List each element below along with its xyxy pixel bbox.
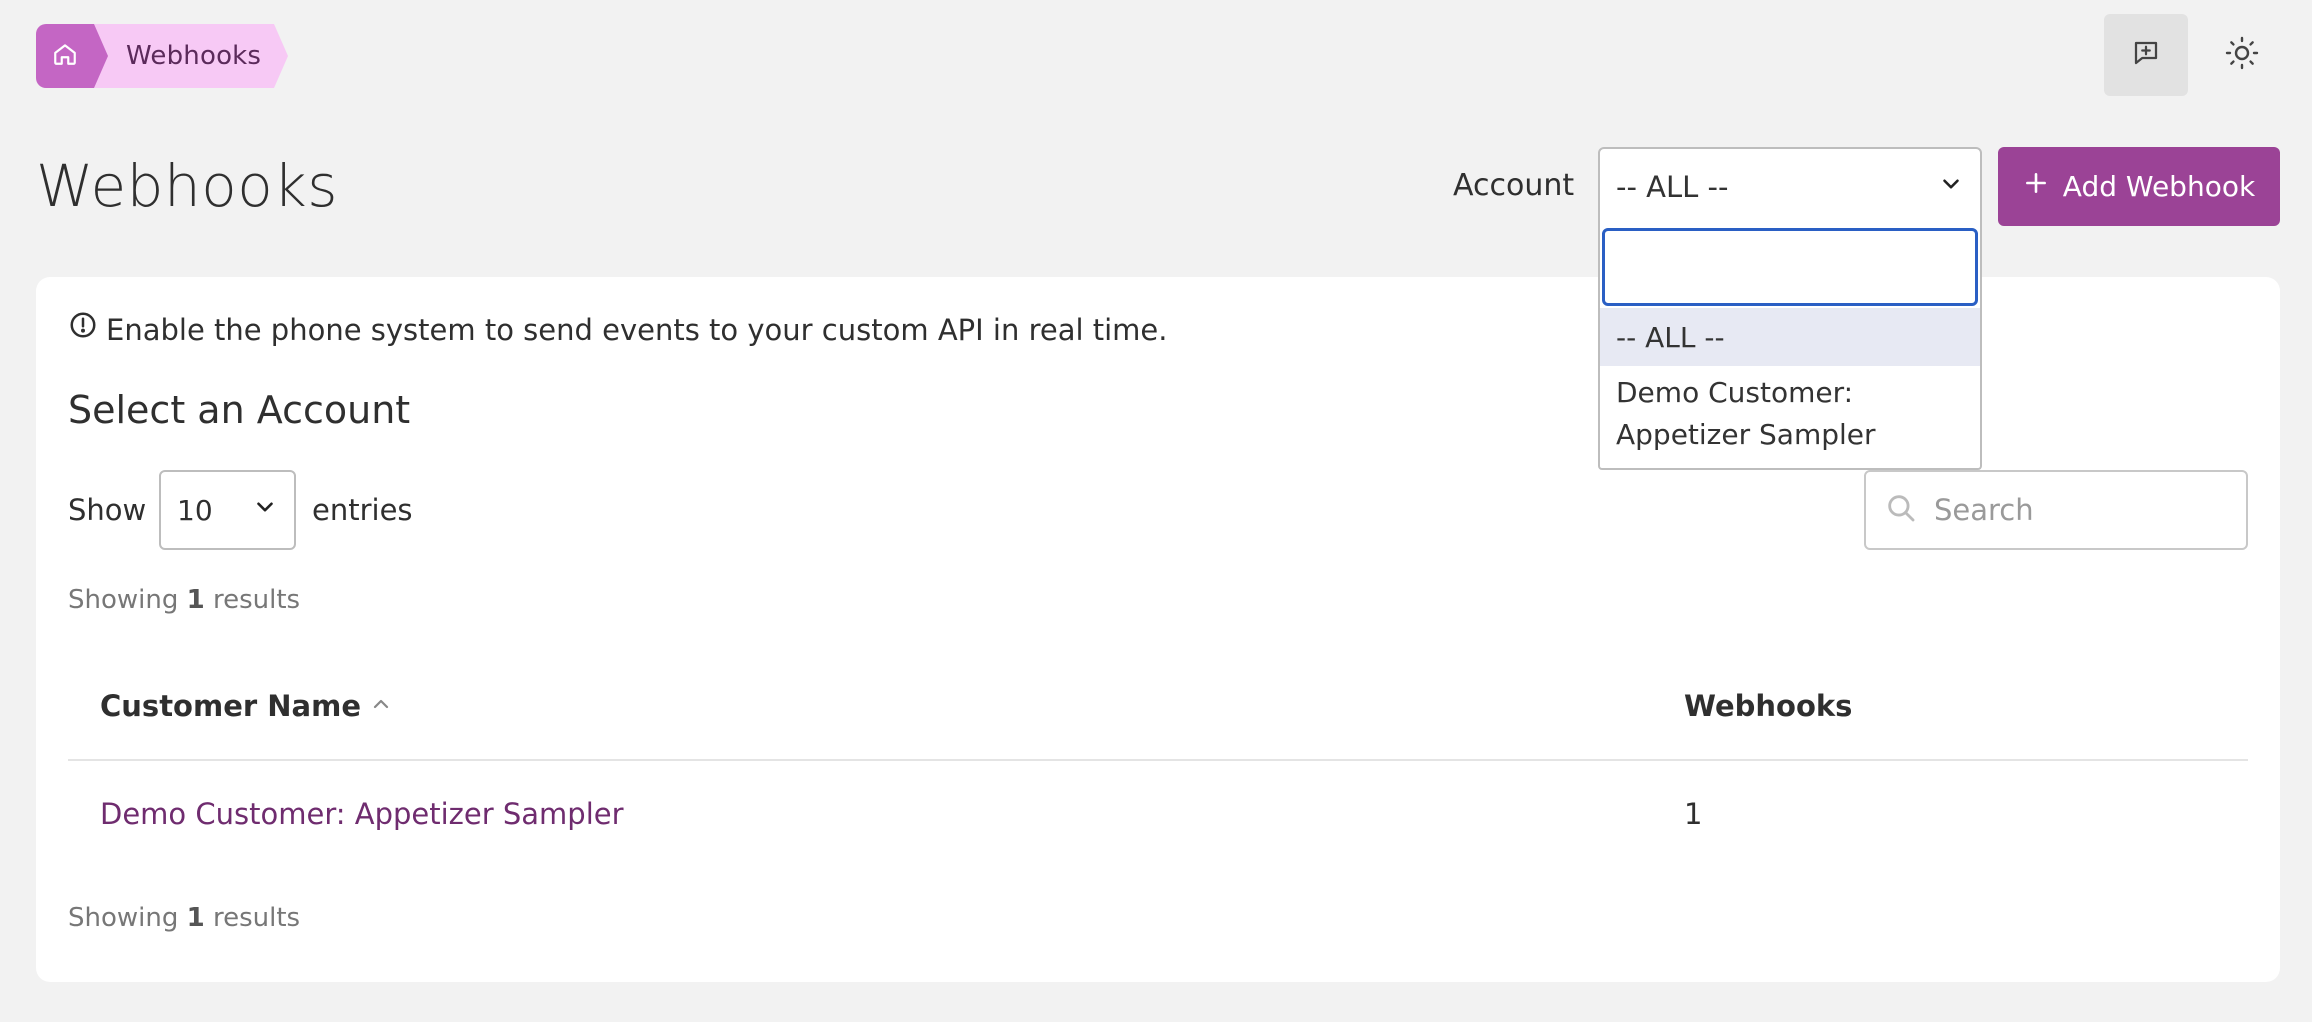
add-webhook-label: Add Webhook	[2062, 170, 2256, 203]
entries-select[interactable]: 10	[159, 470, 296, 550]
account-label: Account	[1453, 168, 1575, 203]
entries-select-value: 10	[177, 493, 213, 527]
showing-suffix: results	[213, 585, 301, 615]
account-select[interactable]: -- ALL --	[1598, 147, 1982, 226]
add-webhook-button[interactable]: Add Webhook	[1998, 147, 2280, 226]
theme-toggle-button[interactable]	[2200, 14, 2284, 96]
message-plus-icon	[2131, 38, 2161, 72]
info-message: Enable the phone system to send events t…	[68, 310, 1168, 350]
breadcrumb-current: Webhooks	[94, 24, 288, 88]
show-label: Show	[68, 493, 147, 527]
chevron-down-icon	[1938, 170, 1964, 204]
results-count-top: Showing 1 results	[68, 582, 300, 618]
search-icon	[1884, 491, 1918, 529]
sun-icon	[2224, 35, 2260, 75]
column-header-webhooks[interactable]: Webhooks	[1684, 686, 1852, 726]
info-circle-icon	[68, 310, 98, 350]
feedback-button[interactable]	[2104, 14, 2188, 96]
chevron-down-icon	[252, 494, 278, 527]
plus-icon	[2023, 170, 2049, 203]
account-select-value: -- ALL --	[1616, 169, 1729, 204]
account-option-demo-customer[interactable]: Demo Customer: Appetizer Sampler	[1600, 372, 1980, 456]
entries-label: entries	[312, 493, 413, 527]
card-title: Select an Account	[68, 388, 411, 432]
breadcrumb-home[interactable]	[36, 24, 108, 88]
showing-count: 1	[186, 903, 205, 933]
column-header-customer-name[interactable]: Customer Name	[100, 686, 393, 726]
results-count-bottom: Showing 1 results	[68, 900, 300, 936]
webhooks-count: 1	[1684, 797, 1703, 831]
sort-ascending-icon	[369, 686, 393, 726]
account-option-all[interactable]: -- ALL --	[1600, 308, 1980, 366]
customer-name-link[interactable]: Demo Customer: Appetizer Sampler	[100, 794, 624, 834]
showing-prefix: Showing	[68, 585, 179, 615]
home-icon	[52, 41, 78, 71]
account-dropdown-search[interactable]	[1602, 228, 1978, 306]
page-title: Webhooks	[36, 152, 338, 220]
showing-suffix: results	[213, 903, 301, 933]
search-input[interactable]	[1932, 492, 2216, 528]
showing-count: 1	[186, 585, 205, 615]
showing-prefix: Showing	[68, 903, 179, 933]
account-dropdown-search-input[interactable]	[1605, 231, 1975, 303]
search-field[interactable]	[1864, 470, 2248, 550]
account-dropdown-menu: -- ALL -- Demo Customer: Appetizer Sampl…	[1598, 224, 1982, 470]
table-header-divider	[68, 759, 2248, 761]
info-text: Enable the phone system to send events t…	[106, 313, 1168, 347]
column-header-label: Customer Name	[100, 689, 361, 723]
